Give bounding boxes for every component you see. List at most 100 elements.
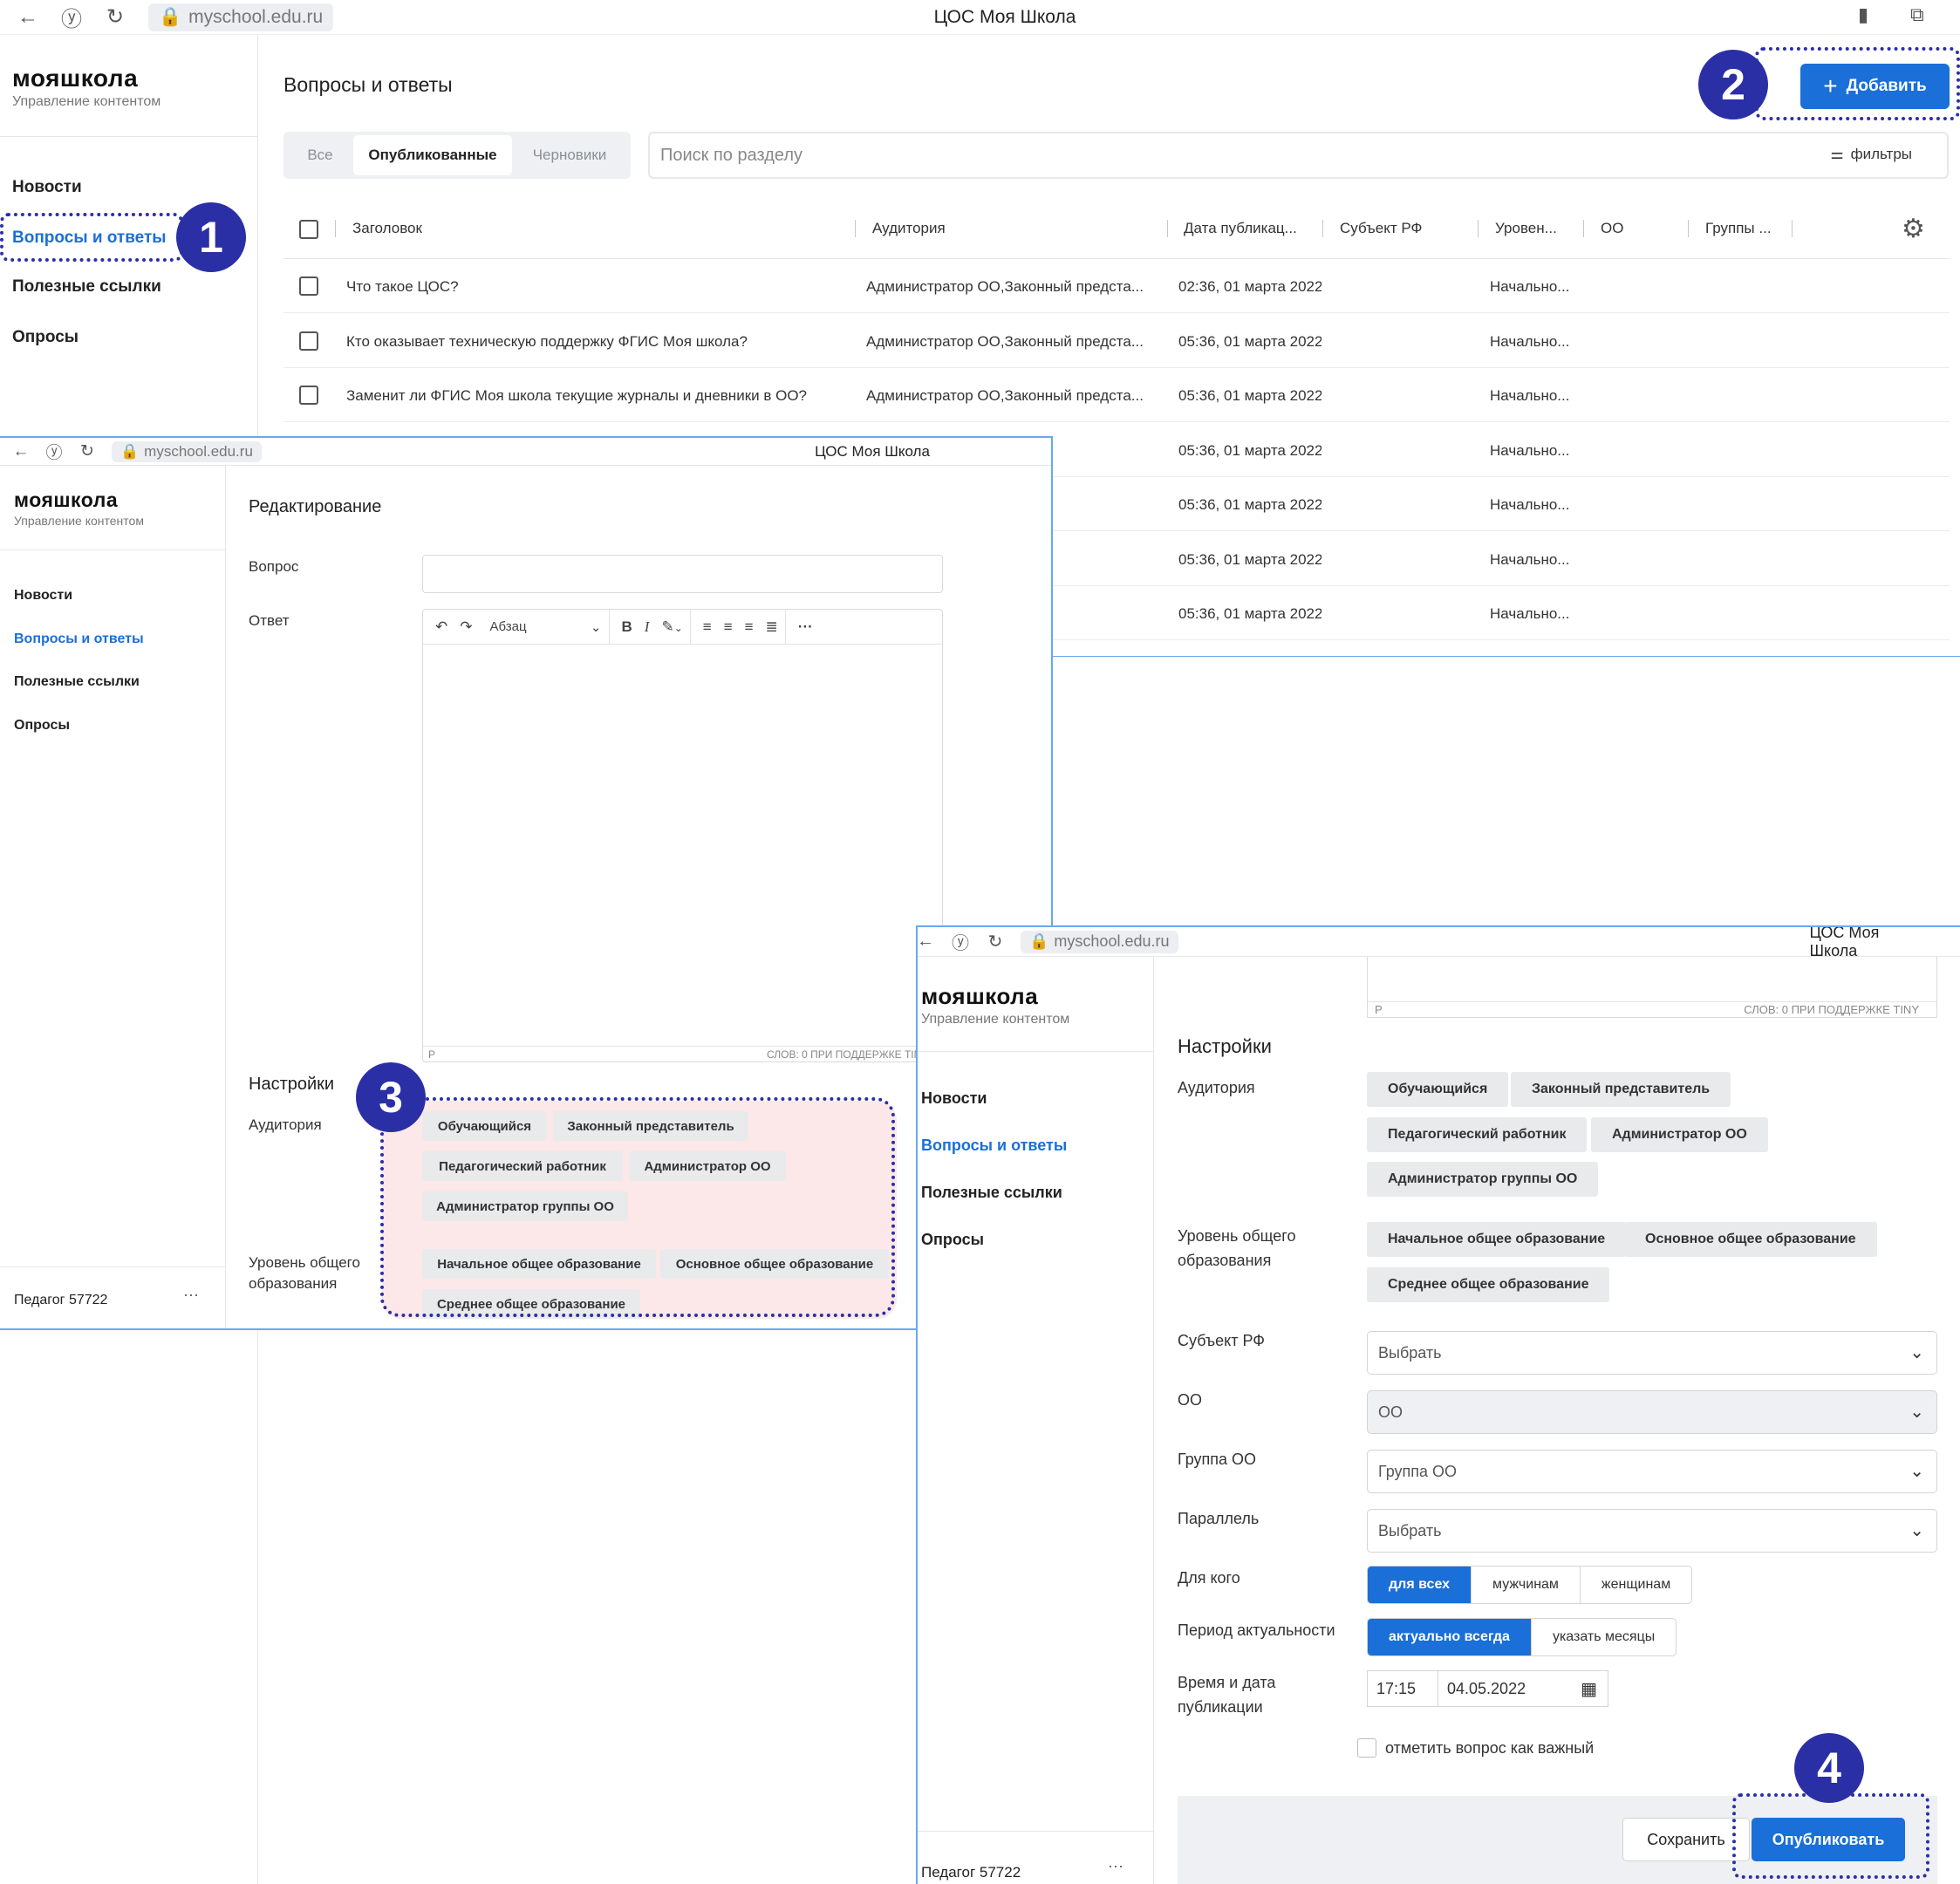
annotation-box-2 [1755, 47, 1960, 120]
save-button[interactable]: Сохранить [1622, 1818, 1750, 1861]
align-right-icon[interactable]: ≡ [745, 618, 754, 636]
more-icon[interactable]: ··· [798, 618, 813, 636]
table-row[interactable]: Заменит ли ФГИС Моя школа текущие журнал… [283, 368, 1950, 422]
row-date: 05:36, 01 марта 2022 [1178, 441, 1321, 459]
answer-editor[interactable]: ↶ ↷ Абзац ⌄ B I ✎⌄ ≡ ≡ ≡ ≣ ··· P СЛОВ: 0 … [422, 609, 943, 1062]
reload-icon[interactable]: ↻ [75, 440, 99, 464]
highlight-icon[interactable]: ✎⌄ [661, 618, 682, 636]
tab-drafts[interactable]: Черновики [512, 135, 627, 175]
sidebar-item-faq[interactable]: Вопросы и ответы [14, 631, 144, 647]
period-months[interactable]: указать месяцы [1532, 1619, 1676, 1655]
user-menu-icon[interactable]: ··· [1108, 1857, 1123, 1875]
sidebar-item-faq[interactable]: Вопросы и ответы [921, 1137, 1067, 1155]
sidebar-item-links[interactable]: Полезные ссылки [12, 277, 161, 297]
sidebar-item-polls[interactable]: Опросы [12, 328, 79, 347]
sidebar-item-news[interactable]: Новости [12, 178, 82, 197]
audience-chip-student[interactable]: Обучающийся [1367, 1072, 1509, 1107]
page-tab-title: ЦОС Моя Школа [815, 442, 930, 460]
search-input[interactable]: Поиск по разделу ⚌ фильтры [648, 132, 1949, 179]
level-chip-basic[interactable]: Основное общее образование [1624, 1222, 1877, 1257]
answer-label: Ответ [249, 612, 290, 629]
level-chip-primary[interactable]: Начальное общее образование [1367, 1222, 1627, 1257]
column-oo[interactable]: ОО [1601, 220, 1623, 237]
current-user[interactable]: Педагог 57722 [14, 1293, 107, 1308]
important-checkbox[interactable] [1357, 1738, 1376, 1758]
back-arrow-icon[interactable]: ← [12, 2, 44, 33]
url-bar[interactable]: 🔒 myschool.edu.ru [1021, 930, 1178, 953]
italic-icon[interactable]: I [645, 618, 650, 636]
reload-icon[interactable]: ↻ [99, 2, 131, 33]
toolbar-separator [689, 609, 691, 645]
sidebar-item-polls[interactable]: Опросы [921, 1231, 984, 1249]
table-settings-gear-icon[interactable]: ⚙ [1902, 214, 1925, 244]
format-select[interactable]: Абзац ⌄ [490, 619, 602, 635]
row-checkbox[interactable] [299, 276, 318, 296]
status-tabs: Все Опубликованные Черновики [283, 132, 631, 179]
yandex-icon[interactable]: ⓨ [42, 440, 66, 464]
app-logo[interactable]: мояшкола Управление контентом [14, 488, 144, 528]
user-menu-icon[interactable]: ··· [183, 1286, 199, 1304]
settings-title: Настройки [249, 1075, 335, 1094]
calendar-icon[interactable]: ▦ [1581, 1678, 1597, 1700]
level-chip-secondary[interactable]: Среднее общее образование [1367, 1267, 1610, 1302]
tab-published[interactable]: Опубликованные [353, 135, 512, 175]
back-arrow-icon[interactable]: ← [918, 929, 939, 955]
table-row[interactable]: Кто оказывает техническую поддержку ФГИС… [283, 314, 1950, 368]
filters-button[interactable]: ⚌ фильтры [1830, 146, 1912, 163]
date-input[interactable]: 04.05.2022 ▦ [1438, 1670, 1608, 1707]
period-always[interactable]: актуально всегда [1368, 1619, 1532, 1655]
group-select[interactable]: Группа ОО ⌄ [1367, 1450, 1937, 1493]
column-groups[interactable]: Группы ... [1705, 220, 1772, 237]
column-date[interactable]: Дата публикац... [1184, 220, 1297, 237]
align-left-icon[interactable]: ≡ [703, 618, 712, 636]
subject-select[interactable]: Выбрать ⌄ [1367, 1331, 1937, 1375]
align-justify-icon[interactable]: ≣ [766, 618, 778, 636]
column-subject[interactable]: Субъект РФ [1340, 220, 1422, 237]
page-title: Редактирование [249, 497, 382, 516]
bold-icon[interactable]: B [622, 618, 632, 636]
audience-chip-admin[interactable]: Администратор ОО [1591, 1117, 1768, 1152]
row-level: Начально... [1490, 387, 1570, 404]
parallel-select[interactable]: Выбрать ⌄ [1367, 1509, 1937, 1553]
sidebar-item-polls[interactable]: Опросы [14, 718, 70, 734]
chevron-down-icon: ⌄ [1909, 1521, 1924, 1540]
sidebar-item-news[interactable]: Новости [921, 1089, 987, 1108]
column-level[interactable]: Уровен... [1495, 220, 1557, 237]
for-whom-all[interactable]: для всех [1368, 1567, 1472, 1603]
align-center-icon[interactable]: ≡ [724, 618, 733, 636]
url-bar[interactable]: 🔒 myschool.edu.ru [148, 3, 334, 31]
audience-chip-teacher[interactable]: Педагогический работник [1367, 1117, 1588, 1152]
column-separator [1478, 220, 1479, 237]
oo-select[interactable]: ОО ⌄ [1367, 1390, 1937, 1434]
sidebar-item-links[interactable]: Полезные ссылки [14, 674, 140, 690]
for-whom-men[interactable]: мужчинам [1472, 1567, 1581, 1603]
reload-icon[interactable]: ↻ [982, 929, 1008, 955]
answer-editor[interactable]: P СЛОВ: 0 ПРИ ПОДДЕРЖКЕ TINY [1367, 957, 1937, 1018]
time-input[interactable]: 17:15 [1367, 1670, 1438, 1707]
redo-icon[interactable]: ↷ [460, 618, 472, 636]
row-checkbox[interactable] [299, 331, 318, 351]
app-logo[interactable]: мояшкола Управление контентом [921, 983, 1069, 1027]
undo-icon[interactable]: ↶ [435, 618, 447, 636]
bookmark-icon[interactable]: ▮ [1858, 3, 1868, 26]
row-checkbox[interactable] [299, 386, 318, 405]
column-audience[interactable]: Аудитория [872, 220, 946, 237]
app-logo[interactable]: мояшкола Управление контентом [12, 65, 160, 110]
audience-chip-parent[interactable]: Законный представитель [1511, 1072, 1731, 1107]
back-arrow-icon[interactable]: ← [9, 440, 33, 464]
select-all-checkbox[interactable] [299, 220, 318, 239]
sidebar-item-news[interactable]: Новости [14, 588, 72, 604]
url-bar[interactable]: 🔒 myschool.edu.ru [112, 440, 262, 462]
yandex-icon[interactable]: ⓨ [56, 2, 87, 33]
extension-icon[interactable]: ⧉ [1910, 3, 1924, 26]
audience-chip-group-admin[interactable]: Администратор группы ОО [1367, 1162, 1599, 1197]
question-input[interactable] [422, 555, 943, 593]
table-row[interactable]: Что такое ЦОС? Администратор ОО,Законный … [283, 259, 1950, 313]
yandex-icon[interactable]: ⓨ [947, 929, 973, 955]
column-separator [855, 220, 856, 237]
current-user[interactable]: Педагог 57722 [921, 1864, 1021, 1881]
sidebar-item-links[interactable]: Полезные ссылки [921, 1184, 1062, 1202]
tab-all[interactable]: Все [287, 135, 353, 175]
column-title[interactable]: Заголовок [352, 220, 422, 237]
for-whom-women[interactable]: женщинам [1581, 1567, 1691, 1603]
